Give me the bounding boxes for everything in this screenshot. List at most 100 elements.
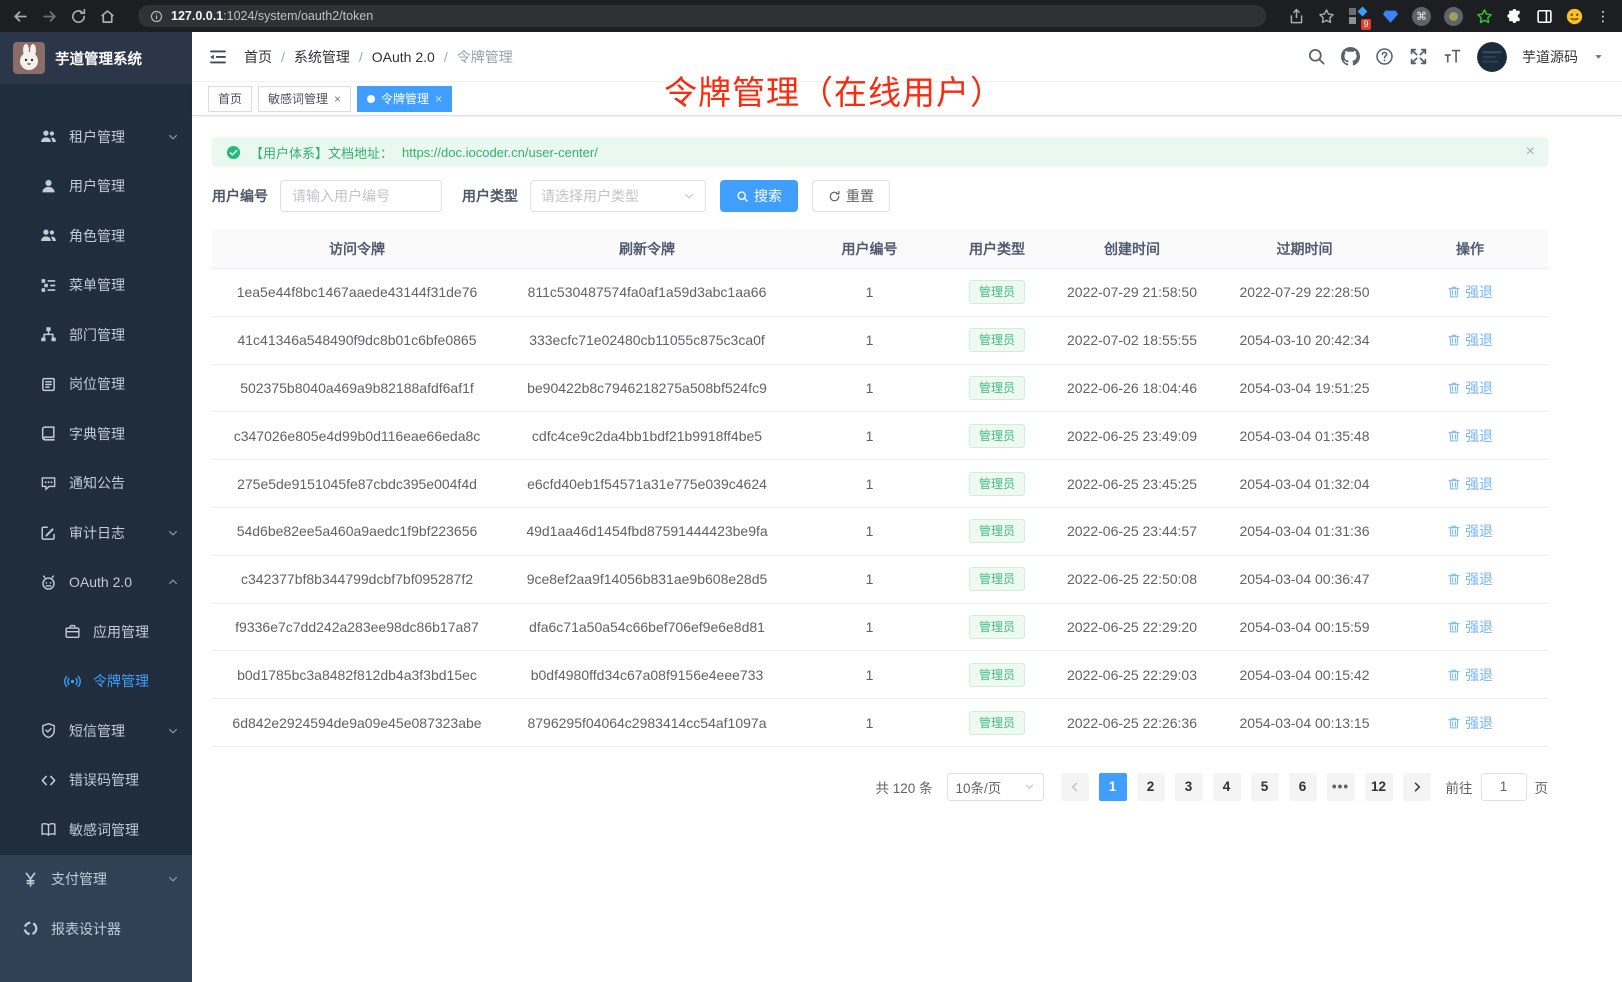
action-cell: 强退 — [1392, 378, 1548, 398]
page-size-select[interactable]: 10条/页 — [947, 773, 1044, 801]
caret-down-icon[interactable] — [1593, 51, 1604, 62]
bookmark-star-icon[interactable] — [1318, 8, 1335, 25]
sidebar-item[interactable]: 通知公告 — [0, 459, 192, 509]
puzzle-extension-icon[interactable] — [1506, 8, 1523, 25]
record-extension-icon[interactable] — [1444, 7, 1463, 26]
doc-link[interactable]: https://doc.iocoder.cn/user-center/ — [402, 145, 598, 160]
back-icon[interactable] — [12, 8, 29, 25]
search-button[interactable]: 搜索 — [720, 180, 798, 212]
list-tree-icon — [40, 277, 57, 294]
breadcrumb-separator: / — [444, 49, 448, 65]
prev-page-button[interactable] — [1061, 773, 1089, 801]
breadcrumb-item[interactable]: OAuth 2.0 — [372, 49, 435, 65]
user-icon — [40, 178, 57, 195]
next-page-button[interactable] — [1403, 773, 1431, 801]
reset-button[interactable]: 重置 — [812, 180, 890, 212]
access-cell: 41c41346a548490f9dc8b01c6bfe0865 — [212, 332, 502, 348]
page-button[interactable]: 2 — [1137, 773, 1165, 801]
reload-icon[interactable] — [70, 8, 87, 25]
app-logo-bar[interactable]: 芋道管理系统 — [0, 32, 192, 84]
tag-close-icon[interactable]: × — [334, 92, 341, 106]
tag-close-icon[interactable]: × — [435, 92, 442, 106]
help-icon[interactable] — [1375, 47, 1394, 66]
green-star-extension-icon[interactable] — [1476, 8, 1493, 25]
user-type-select[interactable]: 请选择用户类型 — [530, 180, 706, 212]
table-row: c342377bf8b344799dcbf7bf095287f29ce8ef2a… — [212, 556, 1548, 604]
sidebar-item[interactable]: OAuth 2.0 — [0, 558, 192, 608]
force-logout-button[interactable]: 强退 — [1447, 617, 1493, 637]
sidebar-fold-icon[interactable] — [209, 48, 227, 66]
sidebar-item[interactable]: 应用管理 — [0, 607, 192, 657]
force-logout-button[interactable]: 强退 — [1447, 713, 1493, 733]
tag-item[interactable]: 敏感词管理× — [258, 86, 351, 112]
alert-close-icon[interactable]: × — [1526, 144, 1535, 160]
side-panel-icon[interactable] — [1536, 8, 1553, 25]
breadcrumb-item[interactable]: 系统管理 — [294, 47, 350, 67]
page-button[interactable]: 1 — [1099, 773, 1127, 801]
column-header: 用户编号 — [792, 239, 947, 259]
site-info-icon[interactable] — [150, 10, 163, 23]
page-button[interactable]: 12 — [1365, 773, 1393, 801]
sidebar-item[interactable]: 字典管理 — [0, 409, 192, 459]
fullscreen-icon[interactable] — [1409, 47, 1428, 66]
force-logout-button[interactable]: 强退 — [1447, 282, 1493, 302]
sidebar-item[interactable]: 岗位管理 — [0, 360, 192, 410]
sidebar-item-label: OAuth 2.0 — [69, 574, 132, 590]
force-logout-button[interactable]: 强退 — [1447, 474, 1493, 494]
command-extension-icon[interactable]: ⌘ — [1412, 7, 1431, 26]
sidebar-item[interactable]: 菜单管理 — [0, 261, 192, 311]
more-pages-icon[interactable]: ••• — [1327, 773, 1355, 801]
profile-avatar-icon[interactable] — [1566, 8, 1583, 25]
page-button[interactable]: 4 — [1213, 773, 1241, 801]
sidebar-item[interactable]: 支付管理 — [0, 855, 192, 905]
page-button[interactable]: 3 — [1175, 773, 1203, 801]
table-row: 6d842e2924594de9a09e45e087323abe8796295f… — [212, 699, 1548, 747]
force-logout-button[interactable]: 强退 — [1447, 330, 1493, 350]
sidebar-item-label: 错误码管理 — [69, 770, 139, 790]
created-cell: 2022-06-25 22:26:36 — [1047, 715, 1217, 731]
force-logout-button[interactable]: 强退 — [1447, 665, 1493, 685]
home-icon[interactable] — [99, 8, 116, 25]
sidebar-item[interactable]: 敏感词管理 — [0, 805, 192, 855]
address-bar[interactable]: 127.0.0.1:1024/system/oauth2/token — [138, 5, 1266, 27]
user-id-input[interactable] — [280, 180, 442, 212]
sidebar-item[interactable]: 令牌管理 — [0, 657, 192, 707]
sidebar-item[interactable]: 报表设计器 — [0, 904, 192, 954]
filter-form: 用户编号 用户类型 请选择用户类型 搜索 重置 — [212, 180, 1548, 212]
sidebar-item-label: 菜单管理 — [69, 275, 125, 295]
sidebar-item-label: 通知公告 — [69, 473, 125, 493]
force-logout-label: 强退 — [1465, 521, 1493, 541]
force-logout-button[interactable]: 强退 — [1447, 378, 1493, 398]
goto-page-input[interactable] — [1481, 773, 1527, 801]
breadcrumb-item[interactable]: 首页 — [244, 47, 272, 67]
sidebar-item[interactable]: 租户管理 — [0, 112, 192, 162]
user-avatar[interactable] — [1477, 42, 1507, 72]
share-icon[interactable] — [1288, 8, 1305, 25]
expires-cell: 2054-03-04 19:51:25 — [1217, 380, 1392, 396]
page-button[interactable]: 5 — [1251, 773, 1279, 801]
font-size-icon[interactable] — [1443, 47, 1462, 66]
page-button[interactable]: 6 — [1289, 773, 1317, 801]
extensions-icon[interactable]: 9 — [1348, 6, 1369, 27]
tag-item[interactable]: 首页 — [208, 86, 252, 112]
github-icon[interactable] — [1341, 47, 1360, 66]
search-icon[interactable] — [1307, 47, 1326, 66]
sidebar-item[interactable]: 部门管理 — [0, 310, 192, 360]
username[interactable]: 芋道源码 — [1522, 47, 1578, 67]
sidebar-item[interactable]: 错误码管理 — [0, 756, 192, 806]
sidebar-item-label: 岗位管理 — [69, 374, 125, 394]
sidebar-item[interactable]: 审计日志 — [0, 508, 192, 558]
force-logout-button[interactable]: 强退 — [1447, 426, 1493, 446]
sidebar-item[interactable]: 角色管理 — [0, 211, 192, 261]
gem-extension-icon[interactable] — [1382, 8, 1399, 25]
force-logout-label: 强退 — [1465, 330, 1493, 350]
sidebar-item[interactable]: 用户管理 — [0, 162, 192, 212]
tag-active[interactable]: 令牌管理× — [357, 86, 452, 112]
force-logout-button[interactable]: 强退 — [1447, 569, 1493, 589]
browser-menu-icon[interactable]: ⋮ — [1596, 9, 1610, 23]
forward-icon[interactable] — [41, 8, 58, 25]
sidebar: 芋道管理系统 租户管理用户管理角色管理菜单管理部门管理岗位管理字典管理通知公告审… — [0, 32, 192, 982]
sidebar-item[interactable]: 短信管理 — [0, 706, 192, 756]
force-logout-button[interactable]: 强退 — [1447, 521, 1493, 541]
user-type-cell: 管理员 — [947, 328, 1047, 352]
